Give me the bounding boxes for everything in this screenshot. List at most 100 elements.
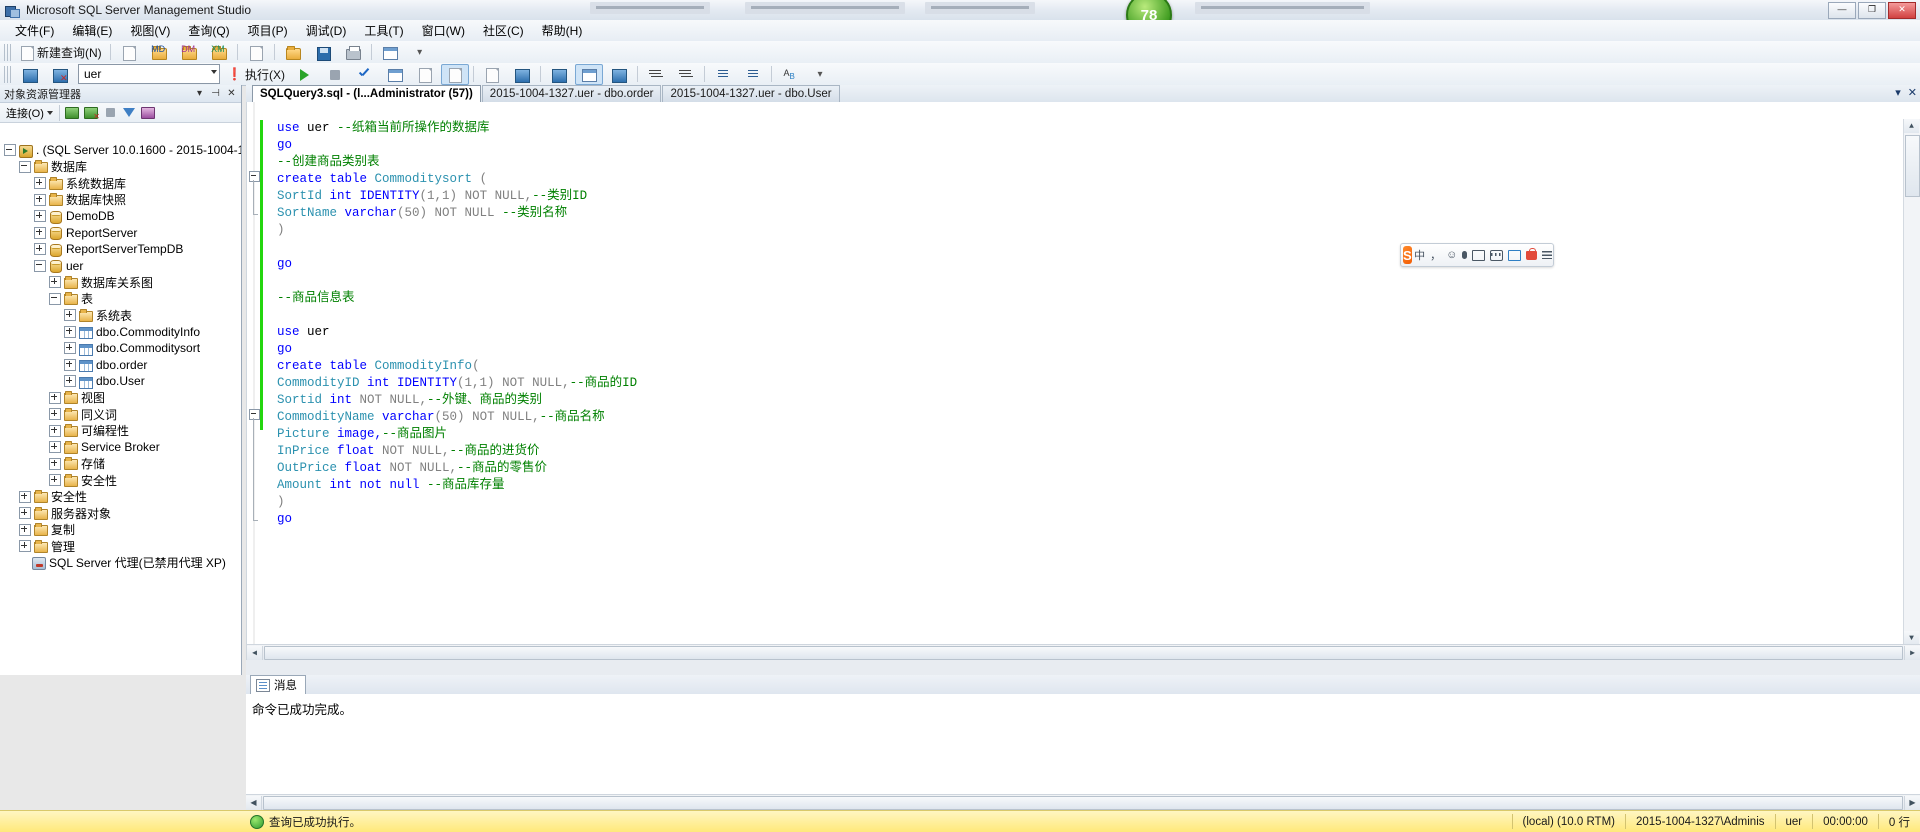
new-db-engine-query-button[interactable] — [115, 42, 143, 63]
vertical-scroll-thumb[interactable] — [1905, 135, 1920, 197]
expand-icon[interactable] — [64, 309, 76, 322]
new-xmla-query-button[interactable]: XM — [205, 42, 233, 63]
tree-node[interactable]: dbo.CommodityInfo — [0, 324, 241, 341]
expand-icon[interactable] — [19, 523, 31, 536]
menu-query[interactable]: 查询(Q) — [179, 20, 238, 41]
connect-dropdown-button[interactable]: 连接(O) — [3, 104, 56, 122]
results-to-file-button[interactable] — [605, 64, 633, 85]
connect-button[interactable] — [15, 64, 43, 85]
scroll-right-icon[interactable]: ▶ — [1904, 645, 1920, 660]
pin-icon[interactable]: ⊣ — [209, 87, 222, 100]
toolbar-grip[interactable] — [4, 43, 11, 61]
scroll-up-icon[interactable]: ▲ — [1904, 119, 1919, 133]
expand-icon[interactable] — [64, 375, 76, 388]
menu-file[interactable]: 文件(F) — [6, 20, 63, 41]
collapse-icon[interactable] — [4, 144, 16, 157]
expand-icon[interactable] — [19, 507, 31, 520]
uncomment-lines-button[interactable] — [672, 64, 700, 85]
sql-toolbar-overflow-button[interactable]: ▾ — [806, 64, 834, 85]
new-analysis-mdx-query-button[interactable]: MD — [145, 42, 173, 63]
expand-icon[interactable] — [34, 243, 46, 256]
results-scroll-right-icon[interactable]: ▶ — [1904, 795, 1920, 810]
tree-node[interactable]: 数据库 — [0, 159, 241, 176]
tree-node[interactable]: 安全性 — [0, 472, 241, 489]
fold-collapse-icon-1[interactable] — [249, 171, 260, 182]
results-horizontal-scrollbar[interactable]: ◀ ▶ — [246, 794, 1920, 810]
collapse-icon[interactable] — [34, 259, 46, 272]
editor-horizontal-scrollbar[interactable]: ◀ ▶ — [247, 644, 1920, 660]
expand-icon[interactable] — [34, 177, 46, 190]
oe-stop-button[interactable] — [102, 105, 119, 121]
ime-toolbox-icon[interactable] — [1508, 248, 1522, 263]
tree-node[interactable]: uer — [0, 258, 241, 275]
new-query-button[interactable]: 新建查询(N) — [15, 42, 106, 63]
tree-node[interactable]: 数据库快照 — [0, 192, 241, 209]
tab-sqlquery3[interactable]: SQLQuery3.sql - (l...Administrator (57)) — [252, 85, 481, 102]
close-button[interactable]: ✕ — [1888, 2, 1916, 19]
panel-dropdown-icon[interactable]: ▾ — [193, 87, 206, 100]
maximize-button[interactable]: ❐ — [1858, 2, 1886, 19]
scroll-left-icon[interactable]: ◀ — [247, 645, 263, 660]
ime-pen-icon[interactable] — [1472, 248, 1486, 263]
tab-dbo-order[interactable]: 2015-1004-1327.uer - dbo.order — [481, 85, 662, 102]
menu-tools[interactable]: 工具(T) — [355, 20, 412, 41]
oe-connect-button[interactable] — [64, 105, 81, 121]
tree-node[interactable]: DemoDB — [0, 208, 241, 225]
tree-node[interactable]: 可编程性 — [0, 423, 241, 440]
results-to-text-button[interactable] — [440, 63, 469, 85]
tree-node[interactable]: Service Broker — [0, 439, 241, 456]
results-scroll-left-icon[interactable]: ◀ — [246, 795, 262, 810]
editor-vertical-scrollbar[interactable]: ▲ ▼ — [1903, 119, 1920, 645]
expand-icon[interactable] — [49, 457, 61, 470]
disconnect-button[interactable]: ✕ — [45, 64, 73, 85]
ime-toolbar[interactable]: S 中 ， ☺ — [1400, 243, 1554, 267]
tree-node[interactable]: 管理 — [0, 538, 241, 555]
oe-disconnect-button[interactable]: ✕ — [83, 105, 100, 121]
execute-button[interactable]: ❗ 执行(X) — [223, 64, 289, 85]
expand-icon[interactable] — [49, 424, 61, 437]
minimize-button[interactable]: — — [1828, 2, 1856, 19]
oe-filter-button[interactable] — [121, 105, 138, 121]
expand-icon[interactable] — [49, 441, 61, 454]
menu-debug[interactable]: 调试(D) — [297, 20, 356, 41]
database-combo[interactable]: uer — [78, 64, 220, 84]
expand-icon[interactable] — [49, 474, 61, 487]
decrease-indent-button[interactable] — [709, 64, 737, 85]
comment-lines-button[interactable] — [642, 64, 670, 85]
menu-edit[interactable]: 编辑(E) — [63, 20, 121, 41]
ime-skin-icon[interactable] — [1526, 247, 1538, 263]
results-to-grid-button[interactable] — [574, 63, 603, 85]
print-button[interactable] — [339, 42, 367, 63]
tree-node[interactable]: . (SQL Server 10.0.1600 - 2015-1004-1327… — [0, 142, 241, 159]
tree-node[interactable]: 数据库关系图 — [0, 274, 241, 291]
tree-node[interactable]: 同义词 — [0, 406, 241, 423]
tree-node[interactable]: ReportServer — [0, 225, 241, 242]
tree-node[interactable]: 服务器对象 — [0, 505, 241, 522]
ime-menu-icon[interactable] — [1542, 248, 1553, 263]
expand-icon[interactable] — [34, 226, 46, 239]
tree-node[interactable]: 系统表 — [0, 307, 241, 324]
tree-node[interactable]: 存储 — [0, 456, 241, 473]
tree-node[interactable]: 系统数据库 — [0, 175, 241, 192]
menu-window[interactable]: 窗口(W) — [413, 20, 474, 41]
ime-language-mode[interactable]: 中 — [1414, 248, 1425, 263]
ime-keyboard-icon[interactable] — [1490, 248, 1504, 263]
object-explorer-tree[interactable]: . (SQL Server 10.0.1600 - 2015-1004-1327… — [0, 138, 241, 675]
new-file-button[interactable] — [242, 42, 270, 63]
display-estimated-plan-button[interactable] — [381, 64, 409, 85]
collapse-icon[interactable] — [49, 292, 61, 305]
results-to-text-alt-button[interactable] — [545, 64, 573, 85]
expand-icon[interactable] — [64, 342, 76, 355]
tree-node[interactable]: dbo.Commoditysort — [0, 340, 241, 357]
include-actual-plan-button[interactable] — [478, 64, 506, 85]
expand-icon[interactable] — [49, 276, 61, 289]
menu-project[interactable]: 项目(P) — [239, 20, 297, 41]
ime-punctuation-mode[interactable]: ， — [1430, 248, 1441, 263]
menu-community[interactable]: 社区(C) — [474, 20, 533, 41]
include-client-statistics-button[interactable] — [508, 64, 536, 85]
tree-node[interactable]: 视图 — [0, 390, 241, 407]
activity-monitor-button[interactable] — [376, 42, 404, 63]
expand-icon[interactable] — [19, 540, 31, 553]
close-icon[interactable]: ✕ — [225, 87, 238, 100]
tree-node[interactable]: dbo.User — [0, 373, 241, 390]
